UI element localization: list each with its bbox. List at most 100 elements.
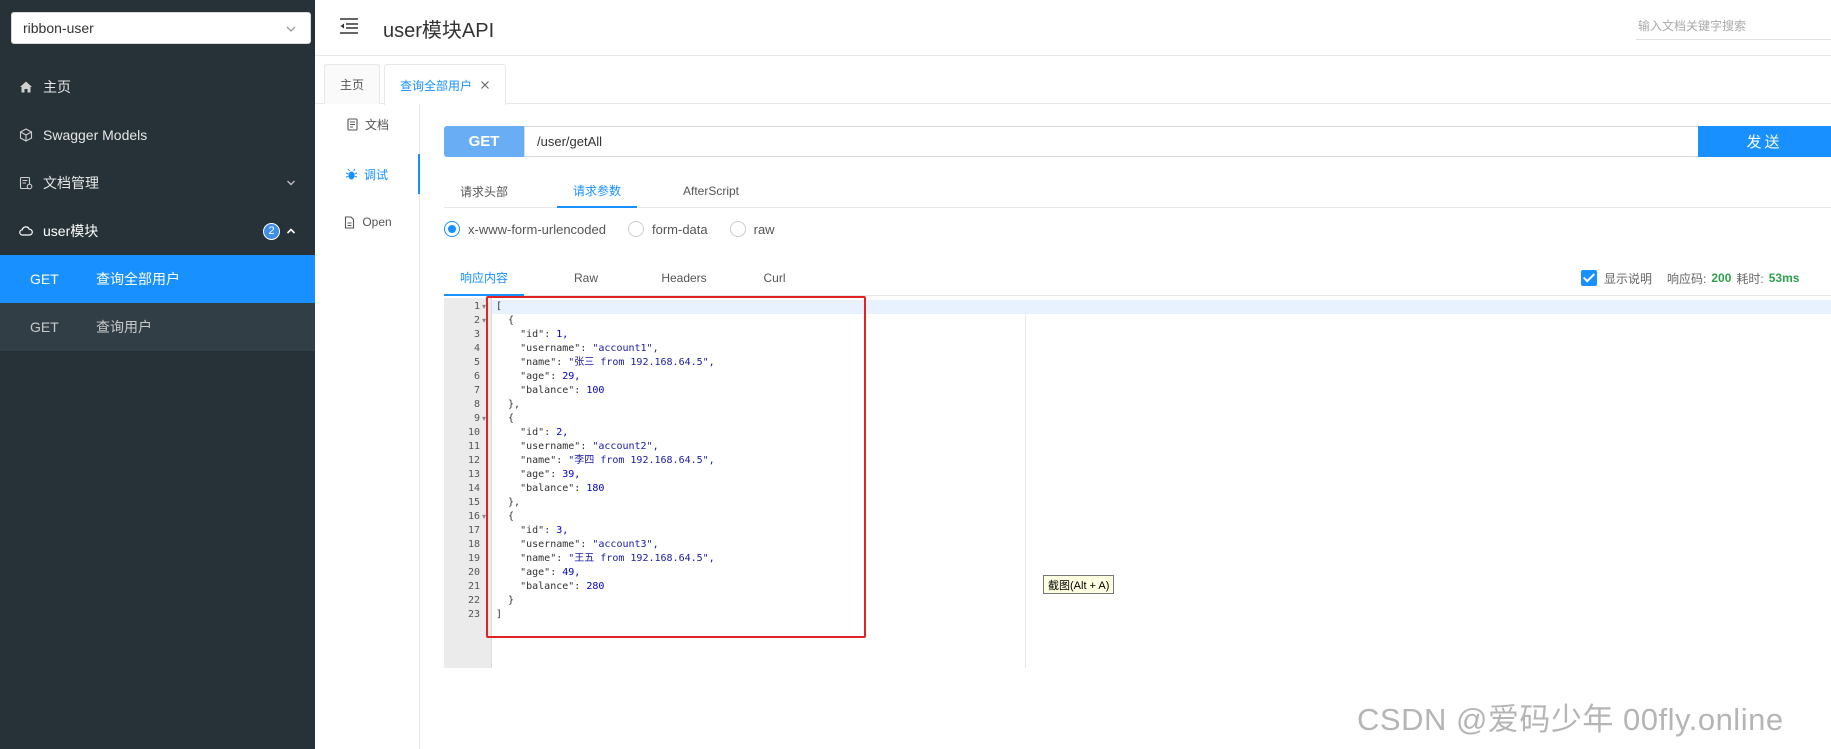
sidebar-item-doc-manage[interactable]: 文档管理	[0, 159, 315, 207]
sidebar-item-label: Swagger Models	[43, 127, 148, 143]
highlight-annotation	[486, 296, 866, 638]
line-number: 11	[467, 441, 480, 452]
radio-label: form-data	[651, 221, 708, 237]
line-number: 20	[467, 567, 480, 578]
radio-form-data[interactable]: form-data	[627, 221, 708, 237]
show-desc-label: 显示说明	[1604, 271, 1653, 286]
file-icon	[345, 215, 355, 229]
top-header: user模块API 输入文档关键字搜索	[315, 0, 1831, 56]
group-select-value: ribbon-user	[23, 20, 94, 36]
line-number: 21	[467, 581, 480, 592]
tab-label: 主页	[340, 78, 365, 92]
response-tabs: 响应内容 Raw Headers Curl 显示说明 响应码: 200 耗时: …	[444, 260, 1831, 296]
cloud-icon	[19, 226, 33, 236]
time-value: 53ms	[1768, 271, 1800, 285]
tab-response-headers[interactable]: Headers	[644, 260, 724, 296]
document-icon	[347, 117, 358, 131]
menu-fold-icon[interactable]	[339, 17, 359, 35]
api-name: 查询全部用户	[96, 271, 180, 287]
response-meta: 显示说明 响应码: 200 耗时: 53ms	[1581, 260, 1799, 296]
tab-get-all-users[interactable]: 查询全部用户	[384, 64, 507, 105]
tab-label: 查询全部用户	[400, 78, 473, 93]
editor-divider	[1025, 314, 1026, 668]
line-number: 2	[473, 315, 480, 326]
time-label: 耗时:	[1736, 271, 1764, 286]
side-tab-open[interactable]: Open	[315, 202, 420, 242]
screenshot-tooltip: 截图(Alt + A)	[1043, 575, 1115, 594]
api-item-get-all-users[interactable]: GET 查询全部用户	[0, 255, 315, 303]
line-number: 5	[473, 357, 480, 368]
line-number: 12	[467, 455, 480, 466]
status-label: 响应码:	[1667, 271, 1707, 286]
tab-afterscript[interactable]: AfterScript	[671, 174, 751, 208]
radio-label: x-www-form-urlencoded	[468, 221, 606, 237]
radio-raw[interactable]: raw	[729, 221, 775, 237]
radio-circle	[627, 221, 644, 237]
tab-response-content[interactable]: 响应内容	[444, 260, 524, 296]
line-number: 6	[473, 371, 480, 382]
radio-label: raw	[753, 221, 775, 237]
doc-manage-icon	[19, 176, 33, 190]
radio-circle	[729, 221, 746, 237]
sidebar-item-home[interactable]: 主页	[0, 63, 315, 111]
line-number: 10	[467, 427, 480, 438]
line-number: 14	[467, 483, 480, 494]
line-number: 3	[473, 329, 480, 340]
side-tab-label: Open	[362, 215, 392, 229]
line-number: 4	[473, 343, 480, 354]
sidebar-item-label: user模块	[43, 223, 99, 239]
page-title: user模块API	[383, 20, 495, 42]
line-number: 7	[473, 385, 480, 396]
request-tabs: 请求头部 请求参数 AfterScript	[444, 174, 1831, 208]
line-number: 15	[467, 497, 480, 508]
radio-urlencoded[interactable]: x-www-form-urlencoded	[444, 221, 606, 237]
side-tab-label: 调试	[363, 167, 388, 182]
api-item-get-user[interactable]: GET 查询用户	[0, 303, 315, 351]
body-type-group: x-www-form-urlencoded form-data raw	[444, 218, 797, 240]
bug-icon	[345, 168, 358, 179]
line-number: 8	[473, 399, 480, 410]
api-method: GET	[30, 271, 59, 287]
sidebar-item-swagger-models[interactable]: Swagger Models	[0, 111, 315, 159]
chevron-up-icon	[286, 228, 296, 234]
side-tab-doc[interactable]: 文档	[315, 104, 420, 144]
close-icon[interactable]	[480, 80, 490, 90]
line-number: 23	[467, 609, 480, 620]
search-input[interactable]: 输入文档关键字搜索	[1636, 12, 1831, 40]
sidebar-item-label: 主页	[43, 79, 71, 95]
side-tabs: 文档 调试 Open	[315, 104, 420, 749]
home-icon	[20, 81, 32, 93]
sidebar-item-user-module[interactable]: user模块 2	[0, 207, 315, 255]
show-desc-checkbox[interactable]	[1581, 270, 1597, 286]
line-number: 16	[467, 511, 480, 522]
status-code: 200	[1711, 271, 1732, 285]
radio-circle	[444, 221, 460, 237]
send-button[interactable]: 发送	[1698, 126, 1831, 157]
count-badge: 2	[263, 222, 280, 240]
page-tabs: 主页 查询全部用户	[315, 56, 1831, 105]
request-bar: GET /user/getAll 发送	[444, 126, 1831, 157]
method-button[interactable]: GET	[444, 126, 524, 157]
line-number: 17	[467, 525, 480, 536]
cube-icon	[19, 128, 33, 142]
line-number: 22	[467, 595, 480, 606]
api-name: 查询用户	[96, 319, 152, 335]
tab-home[interactable]: 主页	[324, 64, 381, 104]
sidebar-item-label: 文档管理	[43, 175, 99, 191]
line-number: 18	[467, 539, 480, 550]
chevron-down-icon	[287, 180, 295, 186]
url-input[interactable]: /user/getAll	[524, 126, 1742, 157]
sidebar: ribbon-user 主页 Swagger Models 文档管理 user模…	[0, 0, 315, 749]
chevron-down-icon	[286, 26, 296, 32]
side-tab-debug[interactable]: 调试	[315, 154, 420, 194]
watermark: CSDN @爱码少年 00fly.online	[1357, 702, 1784, 737]
line-number: 1	[473, 301, 480, 312]
line-number: 19	[467, 553, 480, 564]
group-select[interactable]: ribbon-user	[11, 12, 311, 44]
tab-request-headers[interactable]: 请求头部	[444, 174, 524, 208]
side-tab-label: 文档	[364, 117, 389, 132]
tab-response-raw[interactable]: Raw	[546, 260, 626, 296]
tab-response-curl[interactable]: Curl	[742, 260, 807, 296]
api-method: GET	[30, 319, 59, 335]
tab-request-params[interactable]: 请求参数	[557, 174, 637, 208]
